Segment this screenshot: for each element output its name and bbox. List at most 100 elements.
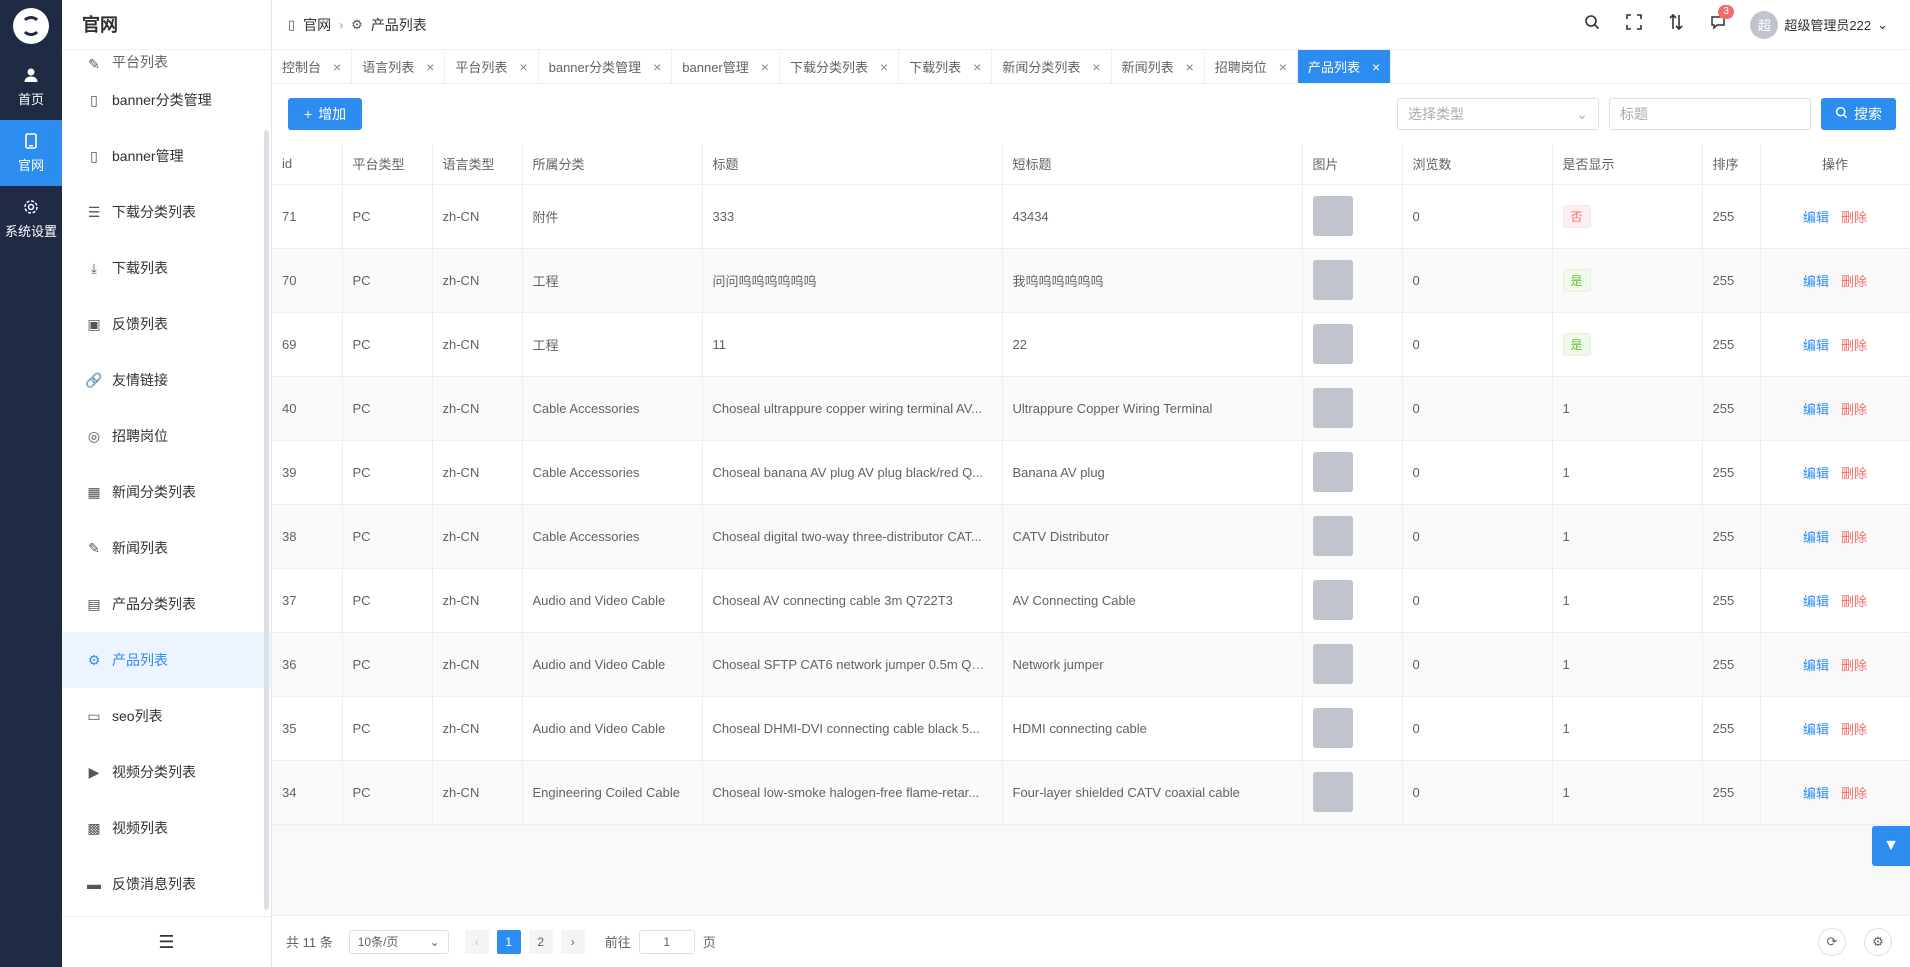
title-search-input[interactable] — [1609, 98, 1811, 130]
delete-button[interactable]: 删除 — [1841, 722, 1867, 737]
search-icon[interactable] — [1582, 14, 1602, 35]
page-size-select[interactable]: 10条/页 ⌄ — [348, 929, 449, 954]
image-thumbnail[interactable] — [1312, 772, 1353, 812]
layout-switch-icon[interactable] — [1666, 13, 1686, 35]
edit-button[interactable]: 编辑 — [1803, 786, 1829, 801]
column-header[interactable]: 所属分类 — [522, 144, 703, 185]
tab-7[interactable]: 新闻分类列表 × — [992, 50, 1112, 83]
tab-6[interactable]: 下载列表 × — [899, 50, 993, 83]
message-icon[interactable]: 3 — [1708, 5, 1734, 35]
sidebar-item-11[interactable]: ▭ seo列表 — [62, 688, 271, 744]
column-header[interactable]: 操作 — [1760, 144, 1910, 185]
column-header[interactable]: 短标题 — [1002, 144, 1303, 185]
close-icon[interactable]: × — [761, 59, 769, 75]
edit-button[interactable]: 编辑 — [1803, 210, 1829, 225]
sidebar-item-4[interactable]: ▣ 反馈列表 — [62, 296, 271, 352]
sidebar-item-1[interactable]: ▯ banner管理 — [62, 128, 271, 184]
tab-5[interactable]: 下载分类列表 × — [780, 50, 900, 83]
close-icon[interactable]: × — [519, 59, 527, 75]
page-2-button[interactable]: 2 — [528, 929, 553, 954]
rail-item-home[interactable]: 首页 — [0, 54, 62, 120]
sidebar-item-0[interactable]: ▯ banner分类管理 — [62, 72, 271, 128]
prev-page-button[interactable]: ‹ — [464, 929, 489, 954]
sidebar-item-7[interactable]: ▦ 新闻分类列表 — [62, 464, 271, 520]
refresh-icon[interactable]: ⟳ — [1818, 927, 1846, 956]
column-header[interactable]: 平台类型 — [342, 144, 433, 185]
edit-button[interactable]: 编辑 — [1803, 274, 1829, 289]
image-thumbnail[interactable] — [1312, 516, 1353, 556]
image-thumbnail[interactable] — [1312, 324, 1353, 364]
delete-button[interactable]: 删除 — [1841, 402, 1867, 417]
product-table-container[interactable]: id 平台类型 语言类型 所属分类 标题 短标题 图片 浏览数 是否显示 排序 操作 71 PC zh-… — [272, 144, 1910, 915]
image-thumbnail[interactable] — [1312, 388, 1353, 428]
fullscreen-icon[interactable] — [1624, 14, 1644, 35]
search-button[interactable]: 搜索 — [1821, 98, 1896, 130]
image-thumbnail[interactable] — [1312, 452, 1353, 492]
delete-button[interactable]: 删除 — [1841, 274, 1867, 289]
edit-button[interactable]: 编辑 — [1803, 338, 1829, 353]
image-thumbnail[interactable] — [1312, 708, 1353, 748]
settings-icon[interactable]: ⚙ — [1864, 927, 1892, 956]
close-icon[interactable]: × — [880, 59, 888, 75]
rail-item-settings[interactable]: 系统设置 — [0, 186, 62, 252]
sidebar-item-13[interactable]: ▩ 视频列表 — [62, 800, 271, 856]
column-header[interactable]: 是否显示 — [1552, 144, 1703, 185]
close-icon[interactable]: × — [426, 59, 434, 75]
delete-button[interactable]: 删除 — [1841, 338, 1867, 353]
edit-button[interactable]: 编辑 — [1803, 530, 1829, 545]
tab-0[interactable]: 控制台 × — [272, 50, 353, 83]
tab-2[interactable]: 平台列表 × — [445, 50, 539, 83]
user-menu[interactable]: 超 超级管理员222 ⌄ — [1750, 10, 1888, 39]
add-button[interactable]: + 增加 — [288, 98, 363, 130]
column-header[interactable]: 图片 — [1302, 144, 1403, 185]
collapse-menu-button[interactable]: ☰ — [62, 916, 271, 967]
next-page-button[interactable]: › — [560, 929, 585, 954]
delete-button[interactable]: 删除 — [1841, 210, 1867, 225]
column-header[interactable]: 排序 — [1702, 144, 1761, 185]
sidebar-item-5[interactable]: 🔗 友情链接 — [62, 352, 271, 408]
close-icon[interactable]: × — [1372, 59, 1380, 75]
sidebar-item-10[interactable]: ⚙ 产品列表 — [62, 632, 271, 688]
edit-button[interactable]: 编辑 — [1803, 658, 1829, 673]
tab-1[interactable]: 语言列表 × — [352, 50, 446, 83]
image-thumbnail[interactable] — [1312, 644, 1353, 684]
close-icon[interactable]: × — [1092, 59, 1100, 75]
close-icon[interactable]: × — [1186, 59, 1194, 75]
image-thumbnail[interactable] — [1312, 260, 1353, 300]
close-icon[interactable]: × — [653, 59, 661, 75]
edit-button[interactable]: 编辑 — [1803, 722, 1829, 737]
column-header[interactable]: 浏览数 — [1402, 144, 1553, 185]
rail-item-website[interactable]: 官网 — [0, 120, 62, 186]
tab-9[interactable]: 招聘岗位 × — [1205, 50, 1298, 83]
app-logo[interactable] — [13, 8, 49, 44]
sidebar-item-2[interactable]: ☰ 下载分类列表 — [62, 184, 271, 240]
column-header[interactable]: 语言类型 — [432, 144, 523, 185]
column-header[interactable]: 标题 — [702, 144, 1003, 185]
tab-8[interactable]: 新闻列表 × — [1112, 50, 1205, 83]
tab-10[interactable]: 产品列表 × — [1297, 50, 1392, 83]
delete-button[interactable]: 删除 — [1841, 466, 1867, 481]
tab-3[interactable]: banner分类管理 × — [539, 50, 673, 83]
sidebar-item-9[interactable]: ▤ 产品分类列表 — [62, 576, 271, 632]
edit-button[interactable]: 编辑 — [1803, 594, 1829, 609]
sidebar-item-12[interactable]: ▶ 视频分类列表 — [62, 744, 271, 800]
sidebar-item-platform-list[interactable]: ✎ 平台列表 — [62, 50, 271, 72]
sidebar-item-3[interactable]: ⤓ 下载列表 — [62, 240, 271, 296]
menu-scrollbar[interactable] — [264, 130, 269, 910]
close-icon[interactable]: × — [1279, 59, 1287, 75]
delete-button[interactable]: 删除 — [1841, 658, 1867, 673]
theme-float-button[interactable]: ▼ — [1872, 826, 1910, 866]
close-icon[interactable]: × — [973, 59, 981, 75]
delete-button[interactable]: 删除 — [1841, 530, 1867, 545]
column-header[interactable]: id — [272, 144, 343, 185]
edit-button[interactable]: 编辑 — [1803, 466, 1829, 481]
edit-button[interactable]: 编辑 — [1803, 402, 1829, 417]
type-select[interactable]: 选择类型 ⌄ — [1397, 98, 1599, 130]
goto-page-input[interactable] — [638, 929, 695, 954]
image-thumbnail[interactable] — [1312, 196, 1353, 236]
sidebar-item-14[interactable]: ▬ 反馈消息列表 — [62, 856, 271, 912]
delete-button[interactable]: 删除 — [1841, 594, 1867, 609]
page-1-button[interactable]: 1 — [496, 929, 521, 954]
sidebar-item-8[interactable]: ✎ 新闻列表 — [62, 520, 271, 576]
image-thumbnail[interactable] — [1312, 580, 1353, 620]
